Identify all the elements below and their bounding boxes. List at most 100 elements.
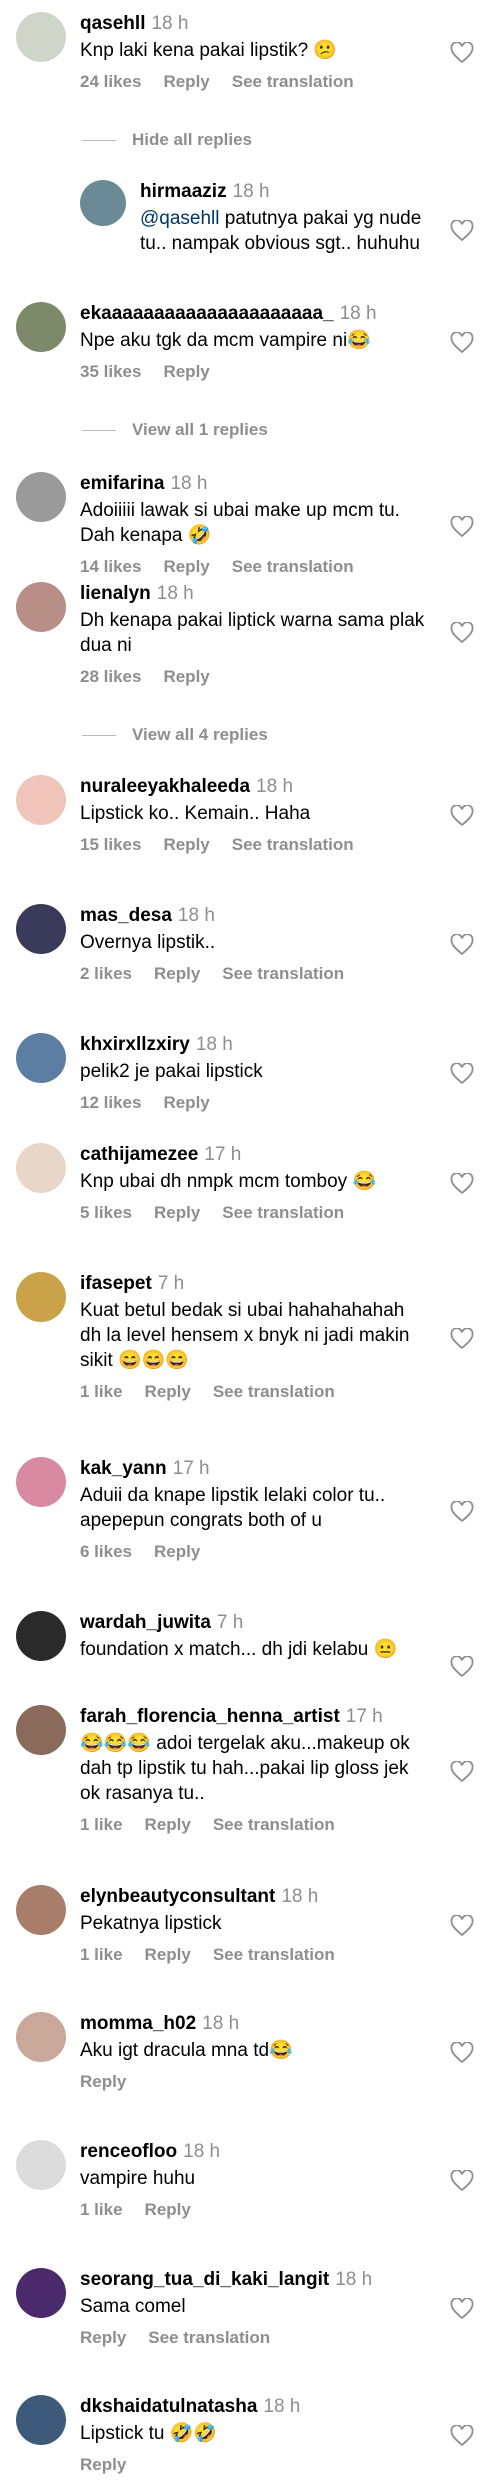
reply-button[interactable]: Reply — [163, 1093, 209, 1112]
likes-count[interactable]: 6 likes — [80, 1542, 132, 1561]
likes-count[interactable]: 1 like — [80, 1815, 123, 1834]
heart-icon[interactable] — [450, 1063, 474, 1085]
heart-icon[interactable] — [450, 1328, 474, 1350]
likes-count[interactable]: 15 likes — [80, 835, 141, 854]
heart-icon[interactable] — [450, 1915, 474, 1937]
username[interactable]: hirmaaziz — [140, 181, 227, 202]
avatar[interactable] — [16, 2268, 66, 2318]
mention-link[interactable]: @qasehll — [140, 208, 220, 229]
avatar[interactable] — [16, 582, 66, 632]
username[interactable]: qasehll — [80, 13, 145, 34]
avatar[interactable] — [16, 2012, 66, 2062]
avatar[interactable] — [16, 2395, 66, 2445]
heart-icon[interactable] — [450, 2170, 474, 2192]
reply-button[interactable]: Reply — [80, 2072, 126, 2091]
avatar[interactable] — [16, 1143, 66, 1193]
heart-icon[interactable] — [450, 2298, 474, 2320]
likes-count[interactable]: 1 like — [80, 2200, 123, 2219]
username[interactable]: lienalyn — [80, 583, 151, 604]
heart-icon[interactable] — [450, 934, 474, 956]
see-translation-button[interactable]: See translation — [222, 964, 344, 983]
avatar[interactable] — [16, 1457, 66, 1507]
reply-button[interactable]: Reply — [154, 964, 200, 983]
heart-icon[interactable] — [450, 1656, 474, 1678]
view-replies-button[interactable]: View all 1 replies — [82, 420, 268, 440]
heart-icon[interactable] — [450, 805, 474, 827]
reply-button[interactable]: Reply — [145, 1815, 191, 1834]
username[interactable]: nuraleeyakhaleeda — [80, 776, 250, 797]
reply-button[interactable]: Reply — [145, 1382, 191, 1401]
see-translation-button[interactable]: See translation — [213, 1382, 335, 1401]
avatar[interactable] — [16, 1705, 66, 1755]
username[interactable]: emifarina — [80, 473, 164, 494]
avatar[interactable] — [16, 1272, 66, 1322]
likes-count[interactable]: 2 likes — [80, 964, 132, 983]
username[interactable]: cathijamezee — [80, 1144, 198, 1165]
reply-button[interactable]: Reply — [154, 1542, 200, 1561]
avatar[interactable] — [16, 472, 66, 522]
heart-icon[interactable] — [450, 622, 474, 644]
likes-count[interactable]: 1 like — [80, 1382, 123, 1401]
reply-button[interactable]: Reply — [163, 835, 209, 854]
heart-icon[interactable] — [450, 1761, 474, 1783]
reply-button[interactable]: Reply — [80, 2328, 126, 2347]
comment-text: Adoiiiii lawak si ubai make up mcm tu. D… — [80, 500, 400, 546]
likes-count[interactable]: 12 likes — [80, 1093, 141, 1112]
avatar[interactable] — [16, 1885, 66, 1935]
reply-button[interactable]: Reply — [163, 667, 209, 686]
username[interactable]: ifasepet — [80, 1273, 152, 1294]
see-translation-button[interactable]: See translation — [222, 1203, 344, 1222]
username[interactable]: mas_desa — [80, 905, 172, 926]
heart-icon[interactable] — [450, 220, 474, 242]
likes-count[interactable]: 5 likes — [80, 1203, 132, 1222]
avatar[interactable] — [16, 1611, 66, 1661]
username[interactable]: farah_florencia_henna_artist — [80, 1706, 340, 1727]
likes-count[interactable]: 28 likes — [80, 667, 141, 686]
username[interactable]: momma_h02 — [80, 2013, 196, 2034]
comment-time: 18 h — [281, 1886, 319, 1907]
heart-icon[interactable] — [450, 516, 474, 538]
heart-icon[interactable] — [450, 1173, 474, 1195]
heart-icon[interactable] — [450, 2425, 474, 2447]
username[interactable]: seorang_tua_di_kaki_langit — [80, 2269, 329, 2290]
heart-icon[interactable] — [450, 1501, 474, 1523]
comment: emifarina 18 h Adoiiiii lawak si ubai mak… — [0, 472, 500, 582]
heart-icon[interactable] — [450, 2042, 474, 2064]
likes-count[interactable]: 14 likes — [80, 557, 141, 576]
username[interactable]: ekaaaaaaaaaaaaaaaaaaaaa_ — [80, 303, 334, 324]
avatar[interactable] — [16, 904, 66, 954]
see-translation-button[interactable]: See translation — [213, 1945, 335, 1964]
reply-button[interactable]: Reply — [80, 2455, 126, 2474]
avatar[interactable] — [16, 1033, 66, 1083]
username[interactable]: elynbeautyconsultant — [80, 1886, 275, 1907]
likes-count[interactable]: 24 likes — [80, 72, 141, 91]
comment-text: Npe aku tgk da mcm vampire ni😂 — [80, 330, 371, 351]
see-translation-button[interactable]: See translation — [213, 1815, 335, 1834]
view-replies-button[interactable]: View all 4 replies — [82, 725, 268, 745]
see-translation-button[interactable]: See translation — [232, 835, 354, 854]
username[interactable]: kak_yann — [80, 1458, 167, 1479]
reply-button[interactable]: Reply — [163, 557, 209, 576]
username[interactable]: khxirxllzxiry — [80, 1034, 190, 1055]
heart-icon[interactable] — [450, 42, 474, 64]
likes-count[interactable]: 35 likes — [80, 362, 141, 381]
see-translation-button[interactable]: See translation — [148, 2328, 270, 2347]
avatar[interactable] — [16, 12, 66, 62]
reply-button[interactable]: Reply — [163, 362, 209, 381]
avatar[interactable] — [16, 302, 66, 352]
username[interactable]: wardah_juwita — [80, 1612, 211, 1633]
avatar[interactable] — [16, 2140, 66, 2190]
reply-button[interactable]: Reply — [163, 72, 209, 91]
see-translation-button[interactable]: See translation — [232, 557, 354, 576]
see-translation-button[interactable]: See translation — [232, 72, 354, 91]
username[interactable]: renceofloo — [80, 2141, 177, 2162]
avatar[interactable] — [16, 775, 66, 825]
reply-button[interactable]: Reply — [145, 2200, 191, 2219]
avatar[interactable] — [80, 180, 126, 226]
username[interactable]: dkshaidatulnatasha — [80, 2396, 257, 2417]
reply-button[interactable]: Reply — [145, 1945, 191, 1964]
heart-icon[interactable] — [450, 332, 474, 354]
hide-replies-button[interactable]: Hide all replies — [82, 130, 252, 150]
reply-button[interactable]: Reply — [154, 1203, 200, 1222]
likes-count[interactable]: 1 like — [80, 1945, 123, 1964]
